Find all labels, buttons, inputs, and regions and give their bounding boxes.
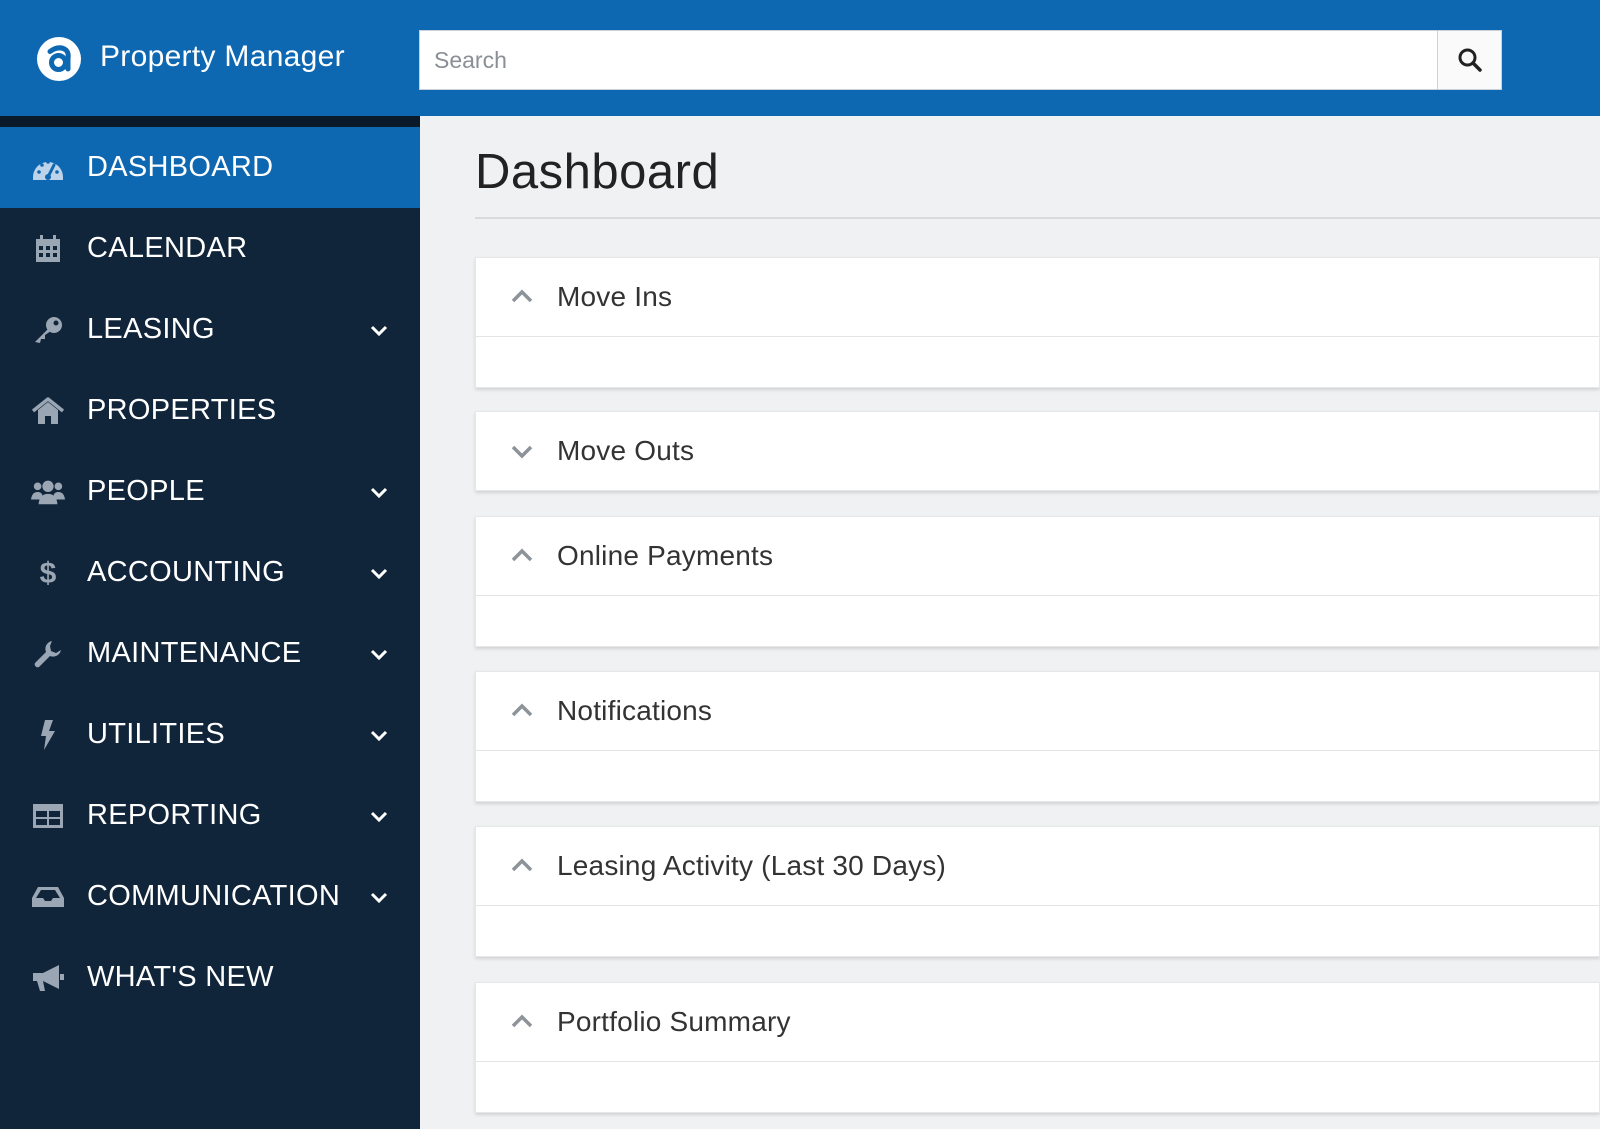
- chevron-down-icon[interactable]: [368, 481, 390, 503]
- panel-title: Move Ins: [557, 281, 673, 312]
- wrench-icon: [31, 637, 65, 671]
- sidebar-item-accounting[interactable]: $ ACCOUNTING: [0, 532, 420, 613]
- inbox-icon: [31, 880, 65, 914]
- sidebar-item-label: PEOPLE: [87, 475, 205, 507]
- sidebar-item-label: ACCOUNTING: [87, 556, 285, 588]
- sidebar-item-label: LEASING: [87, 313, 215, 345]
- sidebar-item-label: CALENDAR: [87, 232, 248, 264]
- sidebar-item-dashboard[interactable]: DASHBOARD: [0, 127, 420, 208]
- sidebar-nav: DASHBOARD CALENDAR LEASING PROPERTIES PE…: [0, 116, 420, 1129]
- chevron-down-icon[interactable]: [368, 724, 390, 746]
- chevron-down-icon[interactable]: [368, 643, 390, 665]
- sidebar-item-whats-new[interactable]: WHAT'S NEW: [0, 937, 420, 1018]
- search-input[interactable]: [420, 31, 1437, 89]
- megaphone-icon: [31, 961, 65, 995]
- users-icon: [31, 475, 65, 509]
- chevron-up-icon[interactable]: [509, 284, 535, 310]
- sidebar-item-label: WHAT'S NEW: [87, 961, 274, 993]
- search-icon: [1458, 48, 1482, 72]
- top-bar: Property Manager: [0, 0, 1600, 116]
- sidebar-item-reporting[interactable]: REPORTING: [0, 775, 420, 856]
- sidebar-item-label: UTILITIES: [87, 718, 226, 750]
- panel-title: Move Outs: [557, 435, 695, 466]
- dollar-icon: $: [31, 556, 65, 590]
- key-icon: [31, 313, 65, 347]
- sidebar-item-label: PROPERTIES: [87, 394, 277, 426]
- panel-notifications: Notifications: [475, 671, 1600, 802]
- panel-move-ins: Move Ins: [475, 257, 1600, 388]
- chevron-down-icon[interactable]: [368, 886, 390, 908]
- panel-body: [476, 750, 1599, 801]
- home-icon: [31, 394, 65, 428]
- sidebar-item-maintenance[interactable]: MAINTENANCE: [0, 613, 420, 694]
- panel-body: [476, 336, 1599, 387]
- sidebar-item-label: DASHBOARD: [87, 151, 274, 183]
- panel-title: Notifications: [557, 695, 713, 726]
- panel-move-outs: Move Outs: [475, 411, 1600, 491]
- app-title[interactable]: Property Manager: [100, 40, 345, 74]
- svg-text:$: $: [40, 557, 57, 589]
- chevron-up-icon[interactable]: [509, 543, 535, 569]
- chevron-down-icon[interactable]: [368, 805, 390, 827]
- panel-header[interactable]: Leasing Activity (Last 30 Days): [476, 827, 1599, 905]
- sidebar-item-label: REPORTING: [87, 799, 262, 831]
- app-logo-icon[interactable]: [36, 36, 82, 82]
- panel-title: Leasing Activity (Last 30 Days): [557, 850, 947, 881]
- sidebar-item-leasing[interactable]: LEASING: [0, 289, 420, 370]
- panel-header[interactable]: Notifications: [476, 672, 1599, 750]
- panel-title: Online Payments: [557, 540, 774, 571]
- panel-body: [476, 905, 1599, 956]
- main-content: Dashboard Move Ins Move Outs Online Paym…: [420, 116, 1600, 1129]
- panel-leasing-activity: Leasing Activity (Last 30 Days): [475, 826, 1600, 957]
- chevron-up-icon[interactable]: [509, 853, 535, 879]
- speedometer-icon: [31, 151, 65, 185]
- chevron-up-icon[interactable]: [509, 1009, 535, 1035]
- chevron-up-icon[interactable]: [509, 698, 535, 724]
- panel-portfolio-summary: Portfolio Summary: [475, 982, 1600, 1113]
- panel-header[interactable]: Portfolio Summary: [476, 983, 1599, 1061]
- panel-online-payments: Online Payments: [475, 516, 1600, 647]
- search-button[interactable]: [1437, 31, 1501, 89]
- sidebar-item-label: COMMUNICATION: [87, 880, 341, 912]
- chevron-down-icon[interactable]: [368, 562, 390, 584]
- table-icon: [31, 799, 65, 833]
- sidebar-item-properties[interactable]: PROPERTIES: [0, 370, 420, 451]
- panel-title: Portfolio Summary: [557, 1006, 791, 1037]
- search-bar: [419, 30, 1502, 90]
- panel-header[interactable]: Move Outs: [476, 412, 1599, 490]
- panel-header[interactable]: Move Ins: [476, 258, 1599, 336]
- panel-body: [476, 595, 1599, 646]
- calendar-icon: [31, 232, 65, 266]
- lightning-icon: [31, 718, 65, 752]
- page-title: Dashboard: [475, 145, 720, 199]
- title-divider: [475, 217, 1600, 219]
- sidebar-item-label: MAINTENANCE: [87, 637, 302, 669]
- sidebar-item-calendar[interactable]: CALENDAR: [0, 208, 420, 289]
- chevron-down-icon[interactable]: [509, 438, 535, 464]
- sidebar-item-utilities[interactable]: UTILITIES: [0, 694, 420, 775]
- panel-body: [476, 1061, 1599, 1112]
- sidebar-item-communication[interactable]: COMMUNICATION: [0, 856, 420, 937]
- panel-header[interactable]: Online Payments: [476, 517, 1599, 595]
- sidebar-item-people[interactable]: PEOPLE: [0, 451, 420, 532]
- chevron-down-icon[interactable]: [368, 319, 390, 341]
